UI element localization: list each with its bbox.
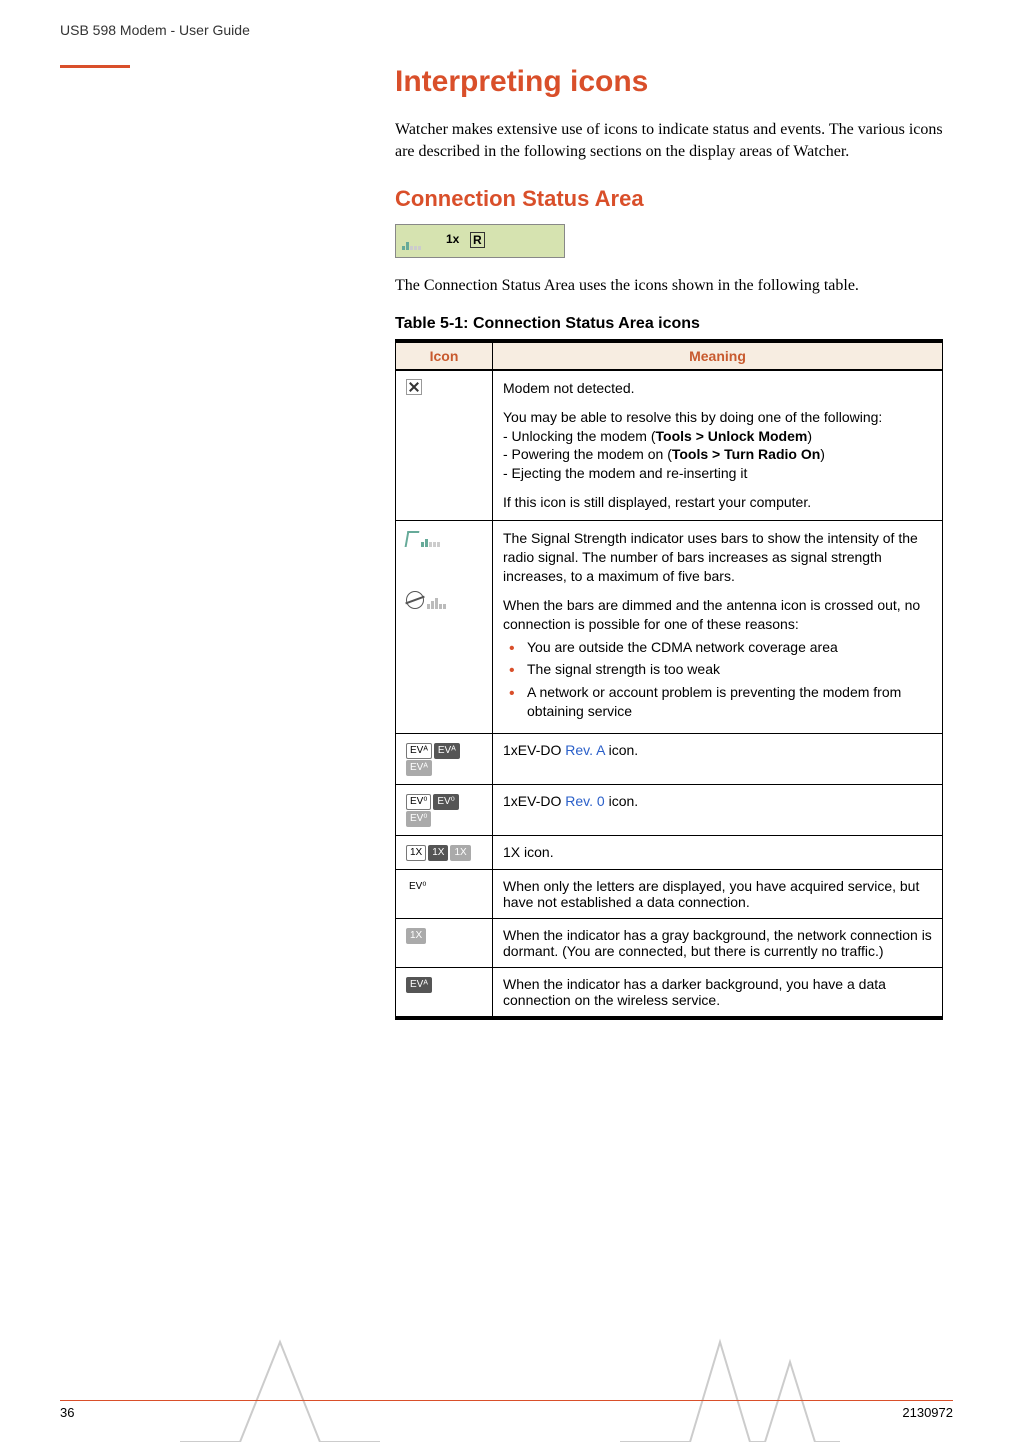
ev-icon: EV⁰ <box>406 794 431 810</box>
column-header-icon: Icon <box>396 341 493 370</box>
rev-a-link[interactable]: Rev. A <box>565 742 604 758</box>
icon-1x: 1X1X1X <box>396 836 493 870</box>
table-row: EV⁰EV⁰EV⁰ 1xEV-DO Rev. 0 icon. <box>396 785 943 836</box>
onex-icon: 1X <box>450 845 470 861</box>
after-image-paragraph: The Connection Status Area uses the icon… <box>395 275 943 297</box>
icon-letters-only: EV⁰ <box>396 870 493 919</box>
text: - Powering the modem on ( <box>503 446 672 462</box>
section-connection-status: Connection Status Area <box>395 186 943 212</box>
x-icon <box>406 379 422 395</box>
network-1x-icon: 1x <box>446 232 459 246</box>
text: 1xEV-DO <box>503 742 565 758</box>
antenna-wave-decoration <box>180 1322 380 1442</box>
connection-status-area-figure: 1x R <box>395 224 565 258</box>
text: ) <box>820 446 825 462</box>
list-item: The signal strength is too weak <box>527 660 932 679</box>
list-item: A network or account problem is preventi… <box>527 683 932 721</box>
table-row: 1X When the indicator has a gray backgro… <box>396 919 943 968</box>
icon-evdo-rev-0: EV⁰EV⁰EV⁰ <box>396 785 493 836</box>
text: - Unlocking the modem ( <box>503 428 656 444</box>
column-header-meaning: Meaning <box>493 341 943 370</box>
page-number: 36 <box>60 1405 74 1420</box>
no-signal-icon <box>406 591 424 609</box>
ev-icon: EV⁰ <box>406 880 429 894</box>
text: If this icon is still displayed, restart… <box>503 493 932 512</box>
ev-icon: EVᴬ <box>406 743 432 759</box>
signal-bars-icon <box>421 529 451 547</box>
table-row: 1X1X1X 1X icon. <box>396 836 943 870</box>
meaning-cell: Modem not detected. You may be able to r… <box>493 370 943 521</box>
menu-path: Tools > Unlock Modem <box>656 428 808 444</box>
table-caption: Table 5-1: Connection Status Area icons <box>395 315 943 333</box>
page-footer: 36 2130972 <box>60 1400 953 1420</box>
page-title: Interpreting icons <box>395 65 943 99</box>
icon-dormant: 1X <box>396 919 493 968</box>
meaning-cell: The Signal Strength indicator uses bars … <box>493 521 943 734</box>
ev-icon: EVᴬ <box>434 743 460 759</box>
table-row: EVᴬ When the indicator has a darker back… <box>396 968 943 1019</box>
table-row: The Signal Strength indicator uses bars … <box>396 521 943 734</box>
text: ) <box>807 428 812 444</box>
table-row: Modem not detected. You may be able to r… <box>396 370 943 521</box>
antenna-wave-decoration <box>620 1322 840 1442</box>
ev-icon: EVᴬ <box>406 977 432 993</box>
icon-evdo-rev-a: EVᴬEVᴬEVᴬ <box>396 734 493 785</box>
roaming-r-icon: R <box>470 232 485 248</box>
icon-active-data: EVᴬ <box>396 968 493 1019</box>
bullet-list: You are outside the CDMA network coverag… <box>503 638 932 722</box>
connection-status-icons-table: Icon Meaning Modem not detected. You may… <box>395 339 943 1020</box>
meaning-cell: 1xEV-DO Rev. 0 icon. <box>493 785 943 836</box>
signal-bars-dim-icon <box>427 591 457 609</box>
text: Modem not detected. <box>503 379 932 398</box>
icon-modem-not-detected <box>396 370 493 521</box>
meaning-cell: 1xEV-DO Rev. A icon. <box>493 734 943 785</box>
text: icon. <box>605 742 638 758</box>
accent-bar <box>60 65 130 68</box>
intro-paragraph: Watcher makes extensive use of icons to … <box>395 119 943 162</box>
ev-icon: EV⁰ <box>406 811 431 827</box>
signal-icon <box>402 232 432 253</box>
icon-signal-strength <box>396 521 493 734</box>
table-row: EV⁰ When only the letters are displayed,… <box>396 870 943 919</box>
meaning-cell: 1X icon. <box>493 836 943 870</box>
text: - Ejecting the modem and re-inserting it <box>503 464 932 483</box>
text: When the bars are dimmed and the antenna… <box>503 596 932 634</box>
meaning-cell: When the indicator has a gray background… <box>493 919 943 968</box>
text: icon. <box>605 793 638 809</box>
onex-icon: 1X <box>406 845 426 861</box>
text: 1xEV-DO <box>503 793 565 809</box>
main-content: Interpreting icons Watcher makes extensi… <box>395 65 943 1020</box>
text: The Signal Strength indicator uses bars … <box>503 529 932 586</box>
table-row: EVᴬEVᴬEVᴬ 1xEV-DO Rev. A icon. <box>396 734 943 785</box>
running-header: USB 598 Modem - User Guide <box>60 22 250 38</box>
onex-icon: 1X <box>428 845 448 861</box>
menu-path: Tools > Turn Radio On <box>672 446 820 462</box>
meaning-cell: When the indicator has a darker backgrou… <box>493 968 943 1019</box>
onex-icon: 1X <box>406 928 426 944</box>
meaning-cell: When only the letters are displayed, you… <box>493 870 943 919</box>
text: - Unlocking the modem (Tools > Unlock Mo… <box>503 427 932 446</box>
text: You may be able to resolve this by doing… <box>503 408 932 427</box>
text: - Powering the modem on (Tools > Turn Ra… <box>503 445 932 464</box>
ev-icon: EV⁰ <box>433 794 458 810</box>
rev-0-link[interactable]: Rev. 0 <box>565 793 604 809</box>
ev-icon: EVᴬ <box>406 760 432 776</box>
list-item: You are outside the CDMA network coverag… <box>527 638 932 657</box>
document-number: 2130972 <box>902 1405 953 1420</box>
